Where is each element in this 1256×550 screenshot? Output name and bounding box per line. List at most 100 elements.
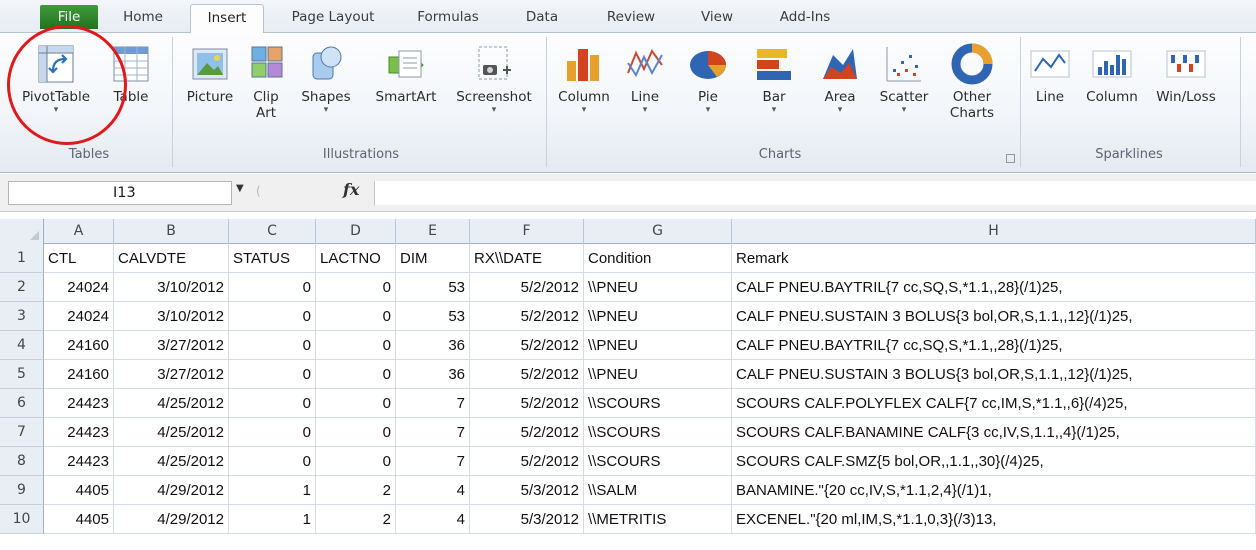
table-cell[interactable]: CALF PNEU.BAYTRIL{7 cc,SQ,S,*1.1,,28}(/1… bbox=[732, 331, 1256, 360]
shapes-dropdown-arrow[interactable]: ▾ bbox=[296, 105, 356, 115]
table-cell[interactable]: 5/2/2012 bbox=[470, 447, 584, 476]
column-header-a[interactable]: A bbox=[44, 219, 114, 244]
name-box[interactable]: I13 bbox=[8, 181, 232, 205]
column-header-f[interactable]: F bbox=[470, 219, 584, 244]
table-cell[interactable]: 0 bbox=[316, 360, 396, 389]
table-cell[interactable]: \\SCOURS bbox=[584, 447, 732, 476]
table-cell[interactable]: 0 bbox=[229, 418, 316, 447]
name-box-dropdown-icon[interactable]: ▼ bbox=[236, 183, 244, 194]
other-charts-button[interactable]: Other Charts bbox=[940, 37, 1004, 143]
table-cell[interactable]: 36 bbox=[396, 331, 470, 360]
tab-data[interactable]: Data bbox=[512, 4, 572, 33]
table-cell[interactable]: \\PNEU bbox=[584, 331, 732, 360]
row-header[interactable]: 4 bbox=[0, 331, 44, 360]
row-header[interactable]: 3 bbox=[0, 302, 44, 331]
table-cell[interactable]: \\METRITIS bbox=[584, 505, 732, 534]
column-header-c[interactable]: C bbox=[229, 219, 316, 244]
table-cell[interactable]: 24160 bbox=[44, 331, 114, 360]
table-cell[interactable]: 0 bbox=[316, 418, 396, 447]
charts-dialog-launcher-icon[interactable] bbox=[1006, 154, 1015, 163]
table-cell[interactable]: 5/3/2012 bbox=[470, 476, 584, 505]
area-chart-button[interactable]: Area ▾ bbox=[812, 37, 868, 143]
picture-button[interactable]: Picture bbox=[182, 37, 238, 143]
table-cell[interactable]: 5/2/2012 bbox=[470, 389, 584, 418]
table-cell[interactable]: 0 bbox=[229, 302, 316, 331]
table-cell[interactable]: 36 bbox=[396, 360, 470, 389]
column-header-e[interactable]: E bbox=[396, 219, 470, 244]
table-cell[interactable]: 0 bbox=[229, 447, 316, 476]
table-cell[interactable]: 4 bbox=[396, 476, 470, 505]
row-header[interactable]: 9 bbox=[0, 476, 44, 505]
table-cell[interactable]: 24024 bbox=[44, 273, 114, 302]
table-cell[interactable]: 0 bbox=[229, 331, 316, 360]
header-cell[interactable]: Remark bbox=[732, 244, 1256, 273]
table-cell[interactable]: 0 bbox=[316, 331, 396, 360]
table-cell[interactable]: 53 bbox=[396, 302, 470, 331]
table-cell[interactable]: 3/27/2012 bbox=[114, 360, 229, 389]
table-cell[interactable]: 24160 bbox=[44, 360, 114, 389]
area-chart-dropdown-arrow[interactable]: ▾ bbox=[812, 105, 868, 115]
table-cell[interactable]: CALF PNEU.BAYTRIL{7 cc,SQ,S,*1.1,,28}(/1… bbox=[732, 273, 1256, 302]
pie-chart-button[interactable]: Pie ▾ bbox=[680, 37, 736, 143]
table-cell[interactable]: 24423 bbox=[44, 418, 114, 447]
screenshot-dropdown-arrow[interactable]: ▾ bbox=[452, 105, 536, 115]
line-chart-dropdown-arrow[interactable]: ▾ bbox=[620, 105, 670, 115]
table-cell[interactable]: 7 bbox=[396, 389, 470, 418]
table-cell[interactable]: \\PNEU bbox=[584, 360, 732, 389]
table-cell[interactable]: \\SCOURS bbox=[584, 418, 732, 447]
table-cell[interactable]: 53 bbox=[396, 273, 470, 302]
column-chart-dropdown-arrow[interactable]: ▾ bbox=[552, 105, 616, 115]
table-cell[interactable]: 4/29/2012 bbox=[114, 476, 229, 505]
bar-chart-button[interactable]: Bar ▾ bbox=[746, 37, 802, 143]
column-header-b[interactable]: B bbox=[114, 219, 229, 244]
tab-page-layout[interactable]: Page Layout bbox=[278, 4, 388, 33]
table-cell[interactable]: 5/2/2012 bbox=[470, 360, 584, 389]
table-cell[interactable]: 1 bbox=[229, 505, 316, 534]
formula-input[interactable] bbox=[374, 181, 1256, 205]
header-cell[interactable]: RX\\DATE bbox=[470, 244, 584, 273]
table-cell[interactable]: 24024 bbox=[44, 302, 114, 331]
tab-formulas[interactable]: Formulas bbox=[400, 4, 496, 33]
table-cell[interactable]: CALF PNEU.SUSTAIN 3 BOLUS{3 bol,OR,S,1.1… bbox=[732, 302, 1256, 331]
table-cell[interactable]: 5/2/2012 bbox=[470, 273, 584, 302]
table-cell[interactable]: 4405 bbox=[44, 476, 114, 505]
table-cell[interactable]: 24423 bbox=[44, 389, 114, 418]
header-cell[interactable]: DIM bbox=[396, 244, 470, 273]
column-header-d[interactable]: D bbox=[316, 219, 396, 244]
header-cell[interactable]: STATUS bbox=[229, 244, 316, 273]
table-cell[interactable]: 0 bbox=[316, 302, 396, 331]
table-cell[interactable]: \\PNEU bbox=[584, 302, 732, 331]
row-header[interactable]: 8 bbox=[0, 447, 44, 476]
screenshot-button[interactable]: Screenshot ▾ bbox=[452, 37, 536, 143]
tab-home[interactable]: Home bbox=[112, 4, 174, 33]
column-header-h[interactable]: H bbox=[732, 219, 1256, 244]
clip-art-button[interactable]: Clip Art bbox=[246, 37, 286, 143]
table-cell[interactable]: 24423 bbox=[44, 447, 114, 476]
table-cell[interactable]: CALF PNEU.SUSTAIN 3 BOLUS{3 bol,OR,S,1.1… bbox=[732, 360, 1256, 389]
table-cell[interactable]: 3/10/2012 bbox=[114, 273, 229, 302]
table-cell[interactable]: BANAMINE."{20 cc,IV,S,*1.1,2,4}(/1)1, bbox=[732, 476, 1256, 505]
sparkline-column-button[interactable]: Column bbox=[1078, 37, 1146, 143]
table-cell[interactable]: 4/25/2012 bbox=[114, 389, 229, 418]
table-cell[interactable]: SCOURS CALF.BANAMINE CALF{3 cc,IV,S,1.1,… bbox=[732, 418, 1256, 447]
tab-view[interactable]: View bbox=[686, 4, 748, 33]
table-cell[interactable]: 7 bbox=[396, 447, 470, 476]
tab-insert[interactable]: Insert bbox=[190, 4, 264, 34]
table-cell[interactable]: 4405 bbox=[44, 505, 114, 534]
insert-function-icon[interactable]: fx bbox=[343, 180, 359, 199]
table-cell[interactable]: 5/2/2012 bbox=[470, 418, 584, 447]
table-cell[interactable]: 4/25/2012 bbox=[114, 447, 229, 476]
table-cell[interactable]: 5/2/2012 bbox=[470, 331, 584, 360]
tab-review[interactable]: Review bbox=[594, 4, 668, 33]
table-cell[interactable]: 0 bbox=[229, 273, 316, 302]
row-header[interactable]: 1 bbox=[0, 244, 44, 273]
select-all-corner[interactable] bbox=[0, 219, 44, 244]
header-cell[interactable]: Condition bbox=[584, 244, 732, 273]
sparkline-line-button[interactable]: Line bbox=[1028, 37, 1072, 143]
table-cell[interactable]: \\SALM bbox=[584, 476, 732, 505]
row-header[interactable]: 5 bbox=[0, 360, 44, 389]
table-cell[interactable]: \\SCOURS bbox=[584, 389, 732, 418]
table-cell[interactable]: SCOURS CALF.POLYFLEX CALF{7 cc,IM,S,*1.1… bbox=[732, 389, 1256, 418]
table-cell[interactable]: 0 bbox=[316, 273, 396, 302]
sparkline-winloss-button[interactable]: Win/Loss bbox=[1150, 37, 1222, 143]
